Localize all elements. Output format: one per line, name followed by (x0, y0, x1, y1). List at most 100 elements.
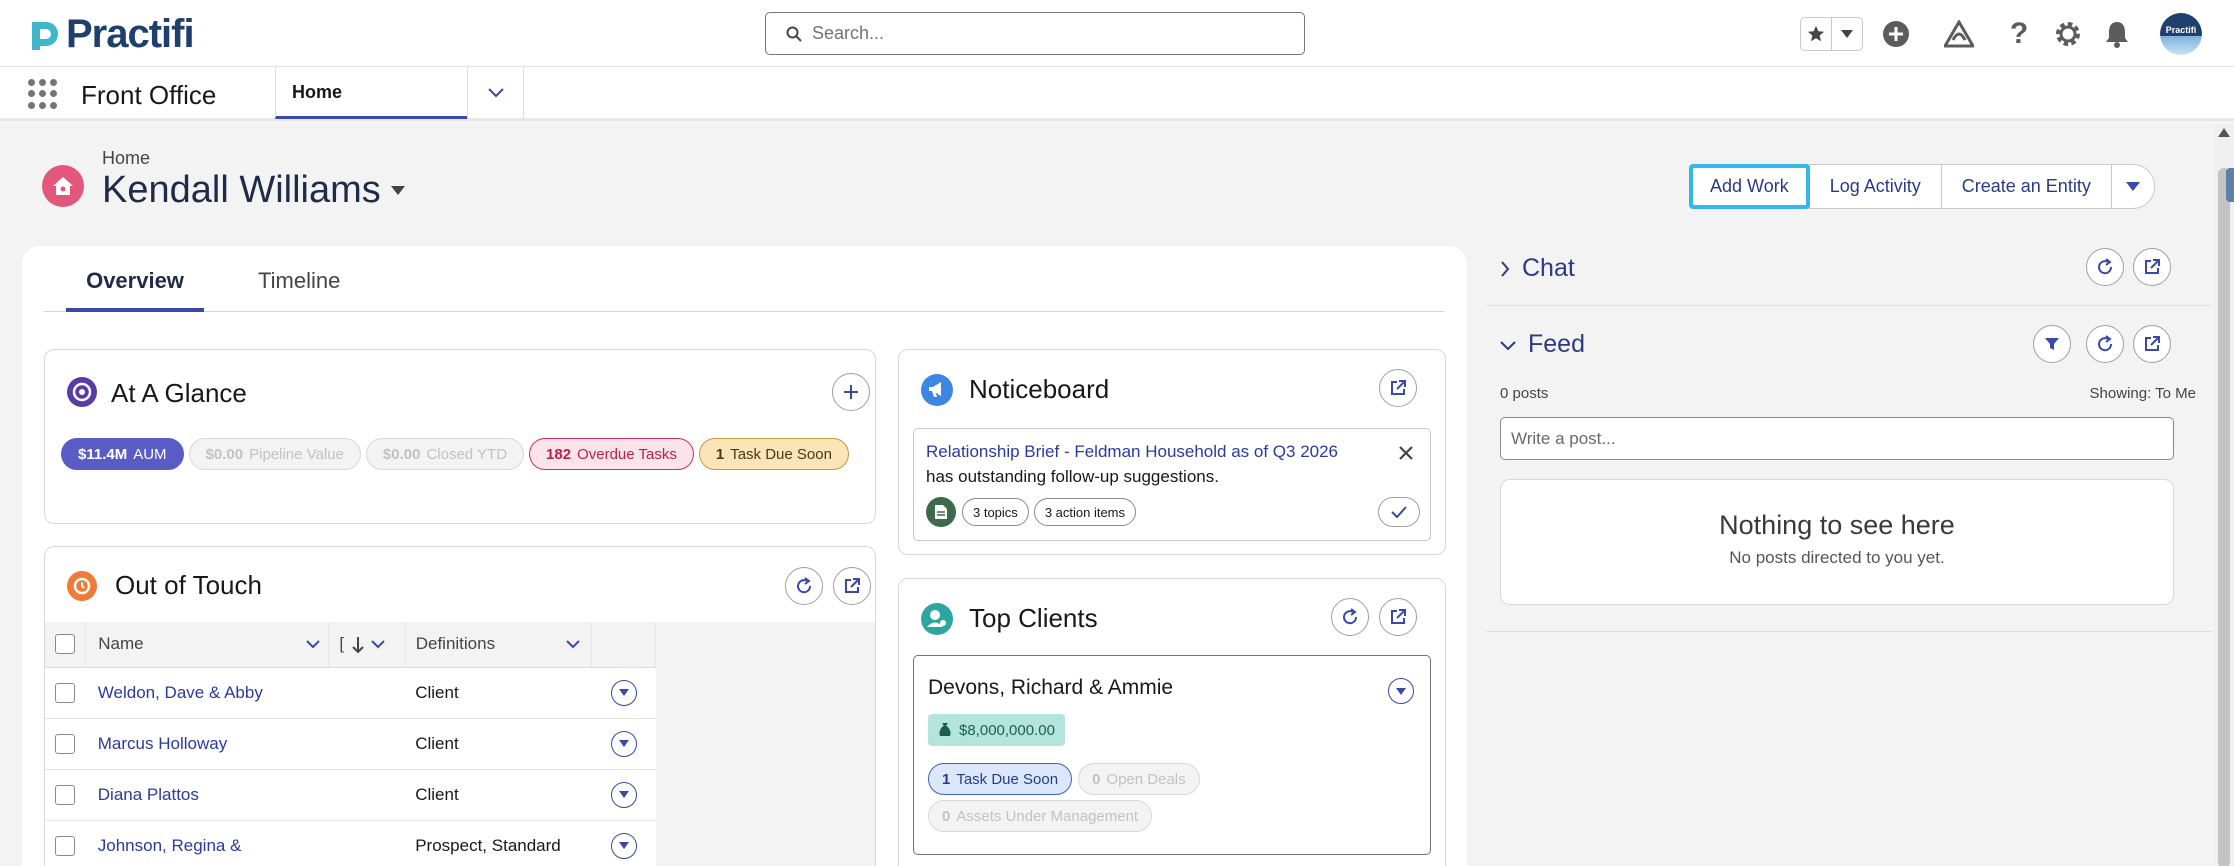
global-search[interactable] (765, 12, 1305, 55)
refresh-icon (797, 577, 812, 594)
chevron-down-icon[interactable] (566, 640, 580, 649)
utility-edge-tab[interactable] (2226, 168, 2234, 202)
chat-refresh-button[interactable] (2086, 248, 2124, 286)
app-launcher-icon[interactable] (28, 79, 58, 109)
caret-down-icon (390, 186, 405, 195)
trailhead-icon[interactable] (1941, 16, 1977, 52)
help-icon[interactable]: ? (2001, 16, 2037, 52)
divider (1486, 305, 2212, 306)
aum-pill[interactable]: $11.4M AUM (61, 438, 184, 470)
add-work-button[interactable]: Add Work (1689, 164, 1810, 209)
row-checkbox[interactable] (45, 820, 86, 866)
main-panel: Overview Timeline At A Glance $11.4M AUM … (22, 246, 1467, 866)
action-items-chip[interactable]: 3 action items (1033, 498, 1137, 526)
column-header-definitions[interactable]: Definitions (405, 622, 593, 668)
feed-showing-filter[interactable]: Showing: To Me (2090, 385, 2196, 402)
overdue-tasks-pill[interactable]: 182 Overdue Tasks (529, 438, 694, 470)
scrollbar-thumb[interactable] (2218, 168, 2230, 866)
page-scrollbar[interactable] (2214, 124, 2234, 866)
column-header-sorted[interactable]: [ (328, 622, 406, 668)
posts-count: 0 posts (1500, 385, 1549, 402)
out-of-touch-grid: Name [ Definitions Weldon, Dave & Abby C… (45, 622, 875, 866)
mark-done-button[interactable] (1378, 497, 1420, 527)
select-all-checkbox[interactable] (45, 622, 87, 668)
favorites-star-icon[interactable] (1801, 18, 1833, 50)
pipeline-value-pill[interactable]: $0.00 Pipeline Value (188, 438, 361, 470)
feed-section-toggle[interactable]: Feed (1500, 330, 1585, 359)
feed-title: Feed (1528, 330, 1585, 358)
row-checkbox[interactable] (45, 667, 86, 719)
brand-name: Practifi (66, 12, 195, 56)
oot-open-button[interactable] (833, 567, 871, 605)
page-actions: Add Work Log Activity Create an Entity (1689, 164, 2155, 209)
sort-descending-icon (352, 637, 365, 654)
notifications-bell-icon[interactable] (2099, 16, 2135, 52)
row-name-link[interactable]: Weldon, Dave & Abby (85, 667, 329, 719)
row-actions-dropdown[interactable] (610, 781, 637, 808)
close-icon[interactable] (1398, 445, 1414, 461)
feed-filter-button[interactable] (2033, 325, 2071, 363)
practifi-logo[interactable]: Practifi (28, 12, 195, 57)
row-actions-dropdown[interactable] (610, 679, 637, 706)
row-checkbox[interactable] (45, 718, 86, 770)
external-link-icon (1391, 380, 1406, 395)
row-name-link[interactable]: Diana Plattos (85, 769, 329, 821)
chat-open-button[interactable] (2133, 248, 2171, 286)
refresh-icon (2098, 335, 2113, 352)
favorites-dropdown-icon[interactable] (1832, 18, 1862, 50)
tab-timeline[interactable]: Timeline (258, 268, 340, 312)
glance-add-button[interactable] (832, 373, 870, 411)
oot-refresh-button[interactable] (785, 567, 823, 605)
nav-more-dropdown[interactable] (467, 67, 524, 119)
external-link-icon (845, 578, 860, 593)
client-pills: 1 Task Due Soon 0 Open Deals 0 Assets Under… (928, 763, 1328, 837)
client-aum-pill[interactable]: 0 Assets Under Management (928, 800, 1153, 832)
search-input[interactable] (812, 23, 1272, 44)
noticeboard-open-button[interactable] (1379, 369, 1417, 407)
money-bag-icon (939, 723, 951, 736)
client-open-deals-pill[interactable]: 0 Open Deals (1078, 763, 1200, 795)
column-header-name[interactable]: Name (85, 622, 330, 668)
chevron-down-icon[interactable] (371, 640, 386, 649)
page-title[interactable]: Kendall Williams (102, 169, 405, 212)
tab-overview[interactable]: Overview (66, 268, 204, 312)
row-actions-dropdown[interactable] (610, 730, 637, 757)
plus-icon (844, 385, 858, 399)
chevron-down-icon[interactable] (306, 640, 320, 649)
caret-down-icon (1396, 687, 1406, 695)
external-link-icon (1391, 609, 1406, 624)
row-actions-dropdown[interactable] (610, 832, 637, 859)
task-due-soon-pill[interactable]: 1 Task Due Soon (698, 438, 849, 470)
client-name[interactable]: Devons, Richard & Ammie (928, 676, 1173, 700)
client-task-due-pill[interactable]: 1 Task Due Soon (928, 763, 1073, 795)
content-tabs: Overview Timeline (44, 246, 1444, 312)
feed-refresh-button[interactable] (2086, 325, 2124, 363)
closed-ytd-pill[interactable]: $0.00 Closed YTD (365, 438, 525, 470)
create-entity-button[interactable]: Create an Entity (1940, 164, 2112, 209)
client-aum-badge: $8,000,000.00 (928, 714, 1065, 746)
chat-section-toggle[interactable]: Chat (1500, 254, 1575, 283)
notice-item-title[interactable]: Relationship Brief - Feldman Household a… (926, 442, 1338, 462)
scroll-up-arrow-icon[interactable] (2218, 128, 2230, 137)
caret-down-icon (618, 740, 629, 747)
top-clients-refresh-button[interactable] (1331, 598, 1369, 636)
more-actions-button[interactable] (2110, 164, 2155, 209)
client-actions-dropdown[interactable] (1388, 678, 1414, 704)
global-add-icon[interactable] (1878, 16, 1914, 52)
settings-gear-icon[interactable] (2050, 16, 2086, 52)
row-checkbox[interactable] (45, 769, 86, 821)
table-row: Weldon, Dave & Abby Client (45, 667, 656, 719)
topics-chip[interactable]: 3 topics (962, 498, 1029, 526)
log-activity-button[interactable]: Log Activity (1808, 164, 1942, 209)
client-tile[interactable]: Devons, Richard & Ammie $8,000,000.00 1T… (913, 655, 1431, 855)
nav-tab-home[interactable]: Home (275, 67, 467, 119)
caret-down-icon (618, 689, 629, 696)
row-name-link[interactable]: Johnson, Regina & (85, 820, 329, 866)
feed-open-button[interactable] (2133, 325, 2171, 363)
row-name-link[interactable]: Marcus Holloway (85, 718, 329, 770)
out-of-touch-icon (67, 571, 97, 601)
top-clients-open-button[interactable] (1379, 598, 1417, 636)
user-avatar[interactable]: Practifi (2160, 13, 2202, 55)
out-of-touch-table: Name [ Definitions Weldon, Dave & Abby C… (45, 622, 656, 866)
write-post-input[interactable] (1500, 417, 2174, 460)
